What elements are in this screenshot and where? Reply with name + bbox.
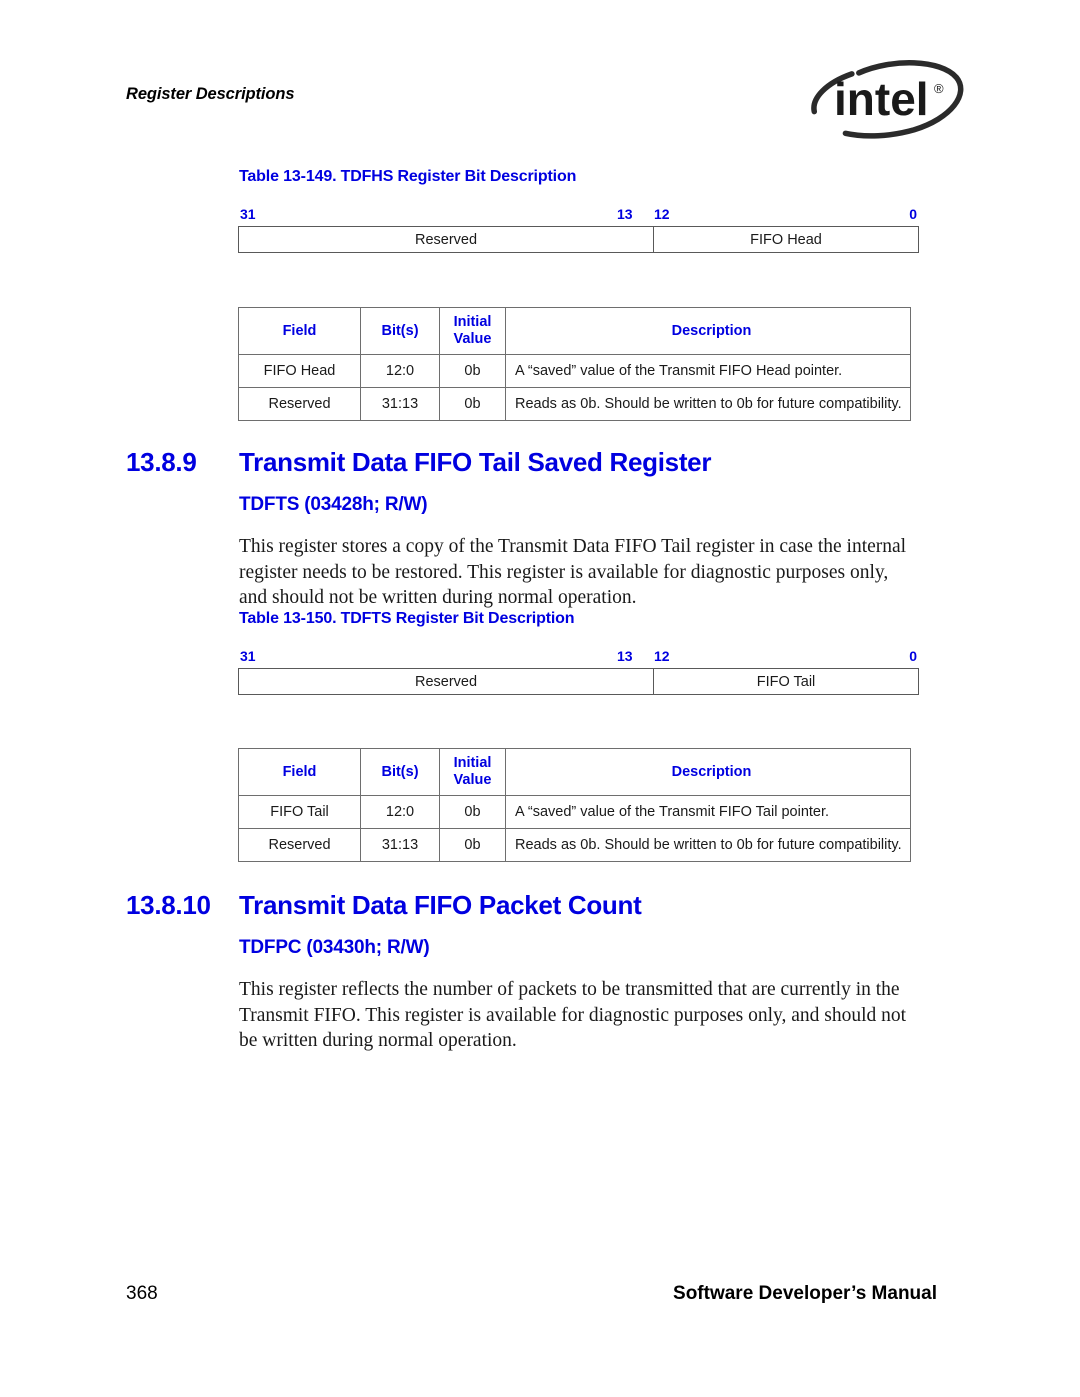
cell-bits: 12:0 <box>360 795 440 829</box>
footer-page-number: 368 <box>126 1283 158 1304</box>
cell-description: Reads as 0b. Should be written to 0b for… <box>505 828 911 862</box>
table-header-row: Field Bit(s) Initial Value Description <box>238 307 911 355</box>
column-header-initial-line2: Value <box>453 331 492 347</box>
bit-label-13: 13 <box>617 648 633 664</box>
table-row: Reserved 31:13 0b Reads as 0b. Should be… <box>238 828 911 862</box>
bit-label-31: 31 <box>240 206 256 222</box>
cell-initial-value: 0b <box>439 387 506 421</box>
table-row: FIFO Tail 12:0 0b A “saved” value of the… <box>238 795 911 829</box>
bit-labels: 31 13 12 0 <box>238 205 919 227</box>
document-page: Register Descriptions intel ® Table 13-1… <box>0 0 1080 1397</box>
registered-trademark-icon: ® <box>934 81 944 96</box>
bit-labels: 31 13 12 0 <box>238 647 919 669</box>
cell-bits: 12:0 <box>360 354 440 388</box>
cell-description: A “saved” value of the Transmit FIFO Tai… <box>505 795 911 829</box>
bit-label-31: 31 <box>240 648 256 664</box>
register-name-tdfts: TDFTS (03428h; R/W) <box>239 494 428 515</box>
bit-field-fifo-head: FIFO Head <box>750 231 822 248</box>
bit-label-0: 0 <box>909 206 917 222</box>
register-name-tdfpc: TDFPC (03430h; R/W) <box>239 937 430 958</box>
cell-field: FIFO Tail <box>238 795 361 829</box>
running-header-title: Register Descriptions <box>126 85 295 103</box>
bit-label-0: 0 <box>909 648 917 664</box>
bit-description-table-tdfts: Field Bit(s) Initial Value Description F… <box>238 748 911 862</box>
cell-field: Reserved <box>238 387 361 421</box>
cell-field: Reserved <box>238 828 361 862</box>
intel-wordmark: intel <box>834 73 929 125</box>
column-header-field: Field <box>238 307 361 355</box>
cell-bits: 31:13 <box>360 828 440 862</box>
column-header-initial-line1: Initial <box>453 755 492 771</box>
cell-bits: 31:13 <box>360 387 440 421</box>
cell-initial-value: 0b <box>439 828 506 862</box>
cell-description: Reads as 0b. Should be written to 0b for… <box>505 387 911 421</box>
table-header-row: Field Bit(s) Initial Value Description <box>238 748 911 796</box>
bit-field-boxes: Reserved FIFO Head <box>238 226 919 253</box>
section-title-13-8-10: Transmit Data FIFO Packet Count <box>239 890 642 920</box>
section-body-13-8-10: This register reflects the number of pac… <box>239 979 907 1051</box>
bit-field-reserved: Reserved <box>239 227 654 252</box>
table-caption-13-149: Table 13-149. TDFHS Register Bit Descrip… <box>239 168 577 185</box>
section-number-13-8-10: 13.8.10 <box>126 890 211 920</box>
table-row: FIFO Head 12:0 0b A “saved” value of the… <box>238 354 911 388</box>
cell-initial-value: 0b <box>439 795 506 829</box>
cell-initial-value: 0b <box>439 354 506 388</box>
bit-description-table-tdfhs: Field Bit(s) Initial Value Description F… <box>238 307 911 421</box>
bit-field-boxes: Reserved FIFO Tail <box>238 668 919 695</box>
intel-logo: intel ® <box>806 57 972 139</box>
column-header-initial-line1: Initial <box>453 314 492 330</box>
cell-field: FIFO Head <box>238 354 361 388</box>
bit-field-reserved: Reserved <box>239 669 654 694</box>
table-caption-13-150: Table 13-150. TDFTS Register Bit Descrip… <box>239 610 575 627</box>
footer-manual-title: Software Developer’s Manual <box>673 1283 937 1304</box>
section-title-13-8-9: Transmit Data FIFO Tail Saved Register <box>239 447 712 477</box>
column-header-initial-value: Initial Value <box>439 748 506 796</box>
column-header-initial-line2: Value <box>453 772 492 788</box>
bit-field-fifo-tail: FIFO Tail <box>756 673 816 690</box>
bit-field-diagram-tdfhs: 31 13 12 0 Reserved FIFO Head <box>238 205 919 255</box>
column-header-description: Description <box>505 748 911 796</box>
column-header-description: Description <box>505 307 911 355</box>
bit-label-12: 12 <box>654 648 670 664</box>
column-header-bits: Bit(s) <box>360 748 440 796</box>
cell-description: A “saved” value of the Transmit FIFO Hea… <box>505 354 911 388</box>
bit-label-12: 12 <box>654 206 670 222</box>
bit-label-13: 13 <box>617 206 633 222</box>
section-number-13-8-9: 13.8.9 <box>126 447 197 477</box>
bit-field-diagram-tdfts: 31 13 12 0 Reserved FIFO Tail <box>238 647 919 697</box>
column-header-bits: Bit(s) <box>360 307 440 355</box>
section-body-13-8-9: This register stores a copy of the Trans… <box>239 536 907 608</box>
table-row: Reserved 31:13 0b Reads as 0b. Should be… <box>238 387 911 421</box>
column-header-initial-value: Initial Value <box>439 307 506 355</box>
column-header-field: Field <box>238 748 361 796</box>
